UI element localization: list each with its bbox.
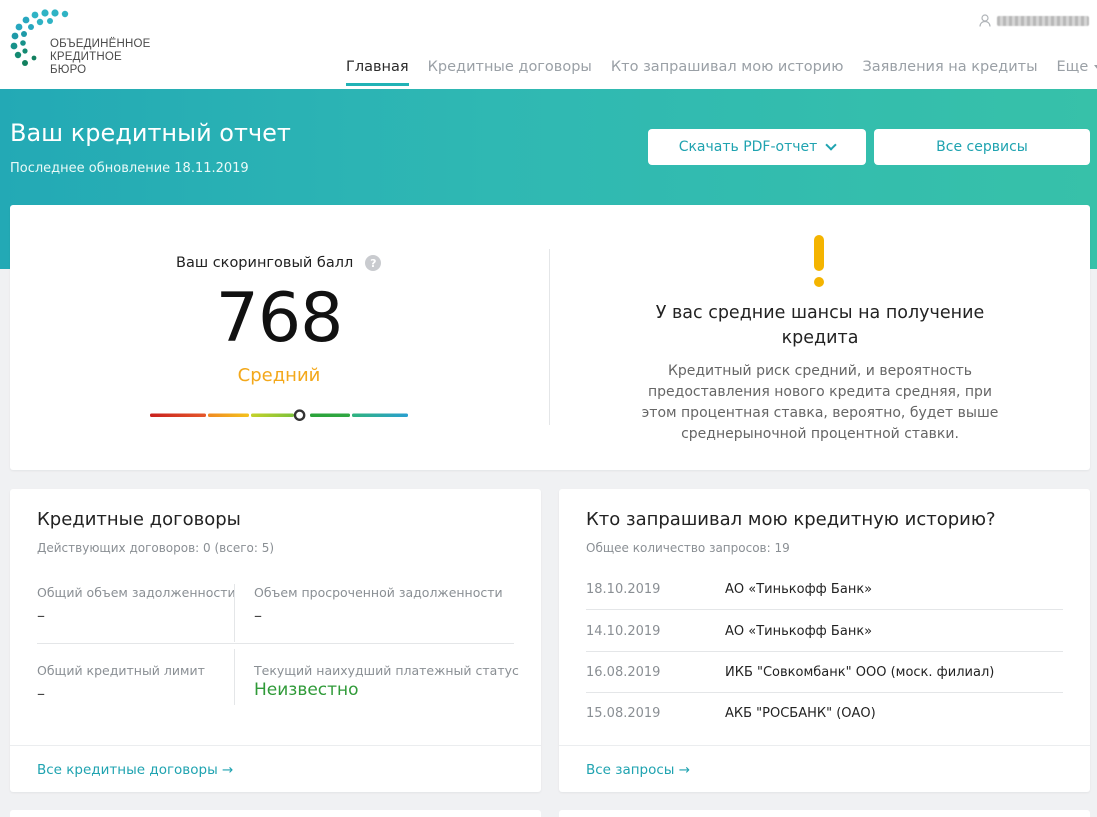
- score-value: 768: [215, 279, 344, 358]
- overdue-debt-value: –: [254, 606, 262, 625]
- warning-icon: [812, 235, 826, 287]
- nav-item-history-requests[interactable]: Кто запрашивал мою историю: [611, 59, 844, 85]
- loans-subtitle: Действующих договоров: 0 (всего: 5): [37, 541, 275, 555]
- nav-item-more[interactable]: Еще: [1057, 59, 1097, 85]
- payment-status-value: Неизвестно: [254, 680, 359, 700]
- all-services-label: Все сервисы: [936, 139, 1028, 155]
- request-date: 14.10.2019: [586, 623, 661, 639]
- chance-description: Кредитный риск средний, и вероятность пр…: [641, 363, 999, 442]
- nav-label: Кто запрашивал мою историю: [610, 59, 844, 75]
- requests-subtitle: Общее количество запросов: 19: [586, 541, 790, 555]
- all-loans-link[interactable]: Все кредитные договоры →: [37, 762, 233, 778]
- loans-title: Кредитные договоры: [37, 509, 241, 530]
- logo-text: ОБЪЕДИНЁННОЕ КРЕДИТНОЕ БЮРО: [50, 38, 151, 77]
- grid-divider: [37, 643, 514, 644]
- payment-status-cell: Текущий наихудший платежный статус Неизв…: [254, 663, 519, 700]
- score-label-text: Ваш скоринговый балл: [176, 255, 354, 271]
- score-grade: Средний: [237, 365, 321, 386]
- scale-segment-2: [208, 413, 249, 417]
- nav-label: Главная: [346, 59, 409, 75]
- nav-item-loans[interactable]: Кредитные договоры: [428, 59, 592, 85]
- chevron-down-icon: [825, 139, 837, 151]
- request-bank: АКБ "РОСБАНК" (ОАО): [725, 706, 876, 721]
- all-services-button[interactable]: Все сервисы: [874, 129, 1090, 165]
- score-label: Ваш скоринговый балл ?: [176, 255, 382, 271]
- user-icon: [979, 14, 991, 27]
- scale-segment-4: [310, 413, 350, 417]
- total-debt-label: Общий объем задолженности: [37, 585, 236, 600]
- request-date: 16.08.2019: [586, 664, 661, 680]
- logo-line-1: ОБЪЕДИНЁННОЕ: [50, 38, 151, 50]
- score-scale: [150, 409, 408, 421]
- request-row: 15.08.2019 АКБ "РОСБАНК" (ОАО): [586, 693, 1063, 734]
- warning-icon-dot: [814, 277, 824, 287]
- nav-item-home[interactable]: Главная: [346, 59, 409, 86]
- scale-marker: [293, 409, 306, 421]
- requests-card: Кто запрашивал мою кредитную историю? Об…: [559, 489, 1090, 792]
- last-update: Последнее обновление 18.11.2019: [10, 161, 249, 176]
- overdue-debt-label: Объем просроченной задолженности: [254, 585, 503, 600]
- requests-title: Кто запрашивал мою кредитную историю?: [586, 509, 996, 530]
- header: ОБЪЕДИНЁННОЕ КРЕДИТНОЕ БЮРО Главная Кред…: [0, 0, 1097, 89]
- request-bank: ИКБ "Совкомбанк" ООО (моск. филиал): [725, 664, 995, 680]
- next-card-left: [10, 810, 541, 817]
- request-date: 15.08.2019: [586, 706, 661, 721]
- total-debt-value: –: [37, 606, 45, 625]
- scale-segment-1: [150, 413, 206, 417]
- card-footer-divider: [559, 745, 1090, 746]
- logo[interactable]: ОБЪЕДИНЁННОЕ КРЕДИТНОЕ БЮРО: [10, 8, 150, 76]
- score-card: Ваш скоринговый балл ? 768 Средний У вас…: [10, 205, 1090, 470]
- scale-segment-3: [251, 413, 294, 417]
- request-bank: АО «Тинькофф Банк»: [725, 581, 873, 597]
- loans-card: Кредитные договоры Действующих договоров…: [10, 489, 541, 792]
- main-nav: Главная Кредитные договоры Кто запрашива…: [346, 59, 1097, 86]
- nav-item-applications[interactable]: Заявления на кредиты: [862, 59, 1037, 85]
- request-bank: АО «Тинькофф Банк»: [725, 623, 873, 639]
- request-row: 14.10.2019 АО «Тинькофф Банк»: [586, 611, 1063, 652]
- card-divider: [549, 249, 550, 425]
- warning-icon-bar: [814, 235, 824, 271]
- chance-title: У вас средние шансы на получение кредита: [655, 303, 985, 348]
- user-menu[interactable]: [979, 14, 1089, 27]
- page-title: Ваш кредитный отчет: [10, 119, 291, 147]
- download-pdf-label: Скачать PDF-отчет: [678, 139, 818, 155]
- all-requests-link[interactable]: Все запросы →: [586, 762, 690, 778]
- scale-segment-5: [352, 413, 408, 417]
- logo-line-2: КРЕДИТНОЕ БЮРО: [50, 51, 122, 76]
- credit-limit-value: –: [37, 684, 45, 703]
- request-row: 16.08.2019 ИКБ "Совкомбанк" ООО (моск. ф…: [586, 652, 1063, 693]
- help-icon[interactable]: ?: [365, 255, 382, 271]
- credit-limit-label: Общий кредитный лимит: [37, 663, 205, 678]
- nav-label: Еще: [1056, 59, 1089, 75]
- grid-divider: [234, 649, 235, 705]
- card-footer-divider: [10, 745, 541, 746]
- payment-status-label: Текущий наихудший платежный статус: [254, 663, 519, 678]
- request-date: 18.10.2019: [586, 581, 661, 597]
- download-pdf-button[interactable]: Скачать PDF-отчет: [648, 129, 866, 165]
- grid-divider: [234, 584, 235, 642]
- next-card-right: [559, 810, 1090, 817]
- total-debt-cell: Общий объем задолженности –: [37, 585, 236, 625]
- request-row: 18.10.2019 АО «Тинькофф Банк»: [586, 569, 1063, 610]
- user-name-redacted: [997, 15, 1089, 26]
- overdue-debt-cell: Объем просроченной задолженности –: [254, 585, 503, 625]
- credit-limit-cell: Общий кредитный лимит –: [37, 663, 205, 703]
- nav-label: Кредитные договоры: [427, 59, 592, 75]
- nav-label: Заявления на кредиты: [862, 59, 1038, 75]
